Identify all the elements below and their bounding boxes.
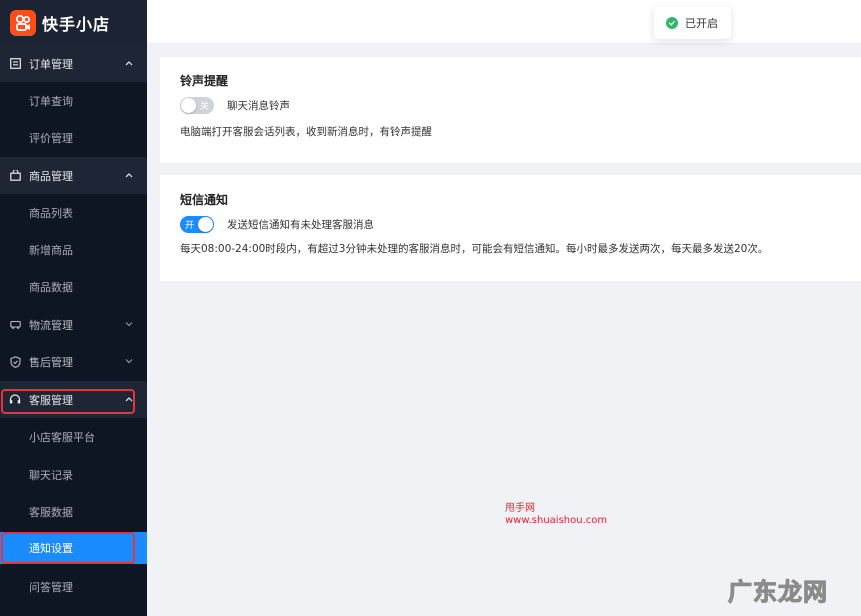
sidebar: 快手小店 订单管理 订单查询 评价管理 商品管理 商品列表 新增商品 商品数据 … [0, 0, 147, 616]
sidebar-item-product-data[interactable]: 商品数据 [0, 268, 147, 305]
sidebar-group-label: 商品管理 [29, 169, 73, 183]
sidebar-item-label: 通知设置 [29, 542, 73, 555]
sidebar-item-reviews[interactable]: 评价管理 [0, 119, 147, 156]
ring-description: 电脑端打开客服会话列表，收到新消息时，有铃声提醒 [180, 126, 432, 138]
sms-option-label: 发送短信通知有未处理客服消息 [227, 219, 374, 231]
sidebar-item-add-product[interactable]: 新增商品 [0, 231, 147, 268]
toggle-text: 开 [185, 221, 195, 231]
sidebar-item-label: 商品列表 [29, 206, 73, 220]
headset-icon [9, 394, 21, 406]
sidebar-group-products[interactable]: 商品管理 [0, 157, 147, 194]
sidebar-group-label: 订单管理 [29, 57, 73, 71]
sidebar-item-label: 新增商品 [29, 243, 73, 257]
sidebar-group-label: 客服管理 [29, 393, 73, 407]
shopping-bag-icon [9, 170, 21, 182]
sms-toggle[interactable]: 开 [180, 216, 214, 233]
sidebar-item-order-query[interactable]: 订单查询 [0, 82, 147, 119]
sidebar-item-notification-settings[interactable]: 通知设置 [0, 532, 137, 564]
sidebar-item-cs-data[interactable]: 客服数据 [0, 493, 147, 530]
sms-description: 每天08:00-24:00时段内，有超过3分钟未处理的客服消息时，可能会有短信通… [180, 243, 769, 255]
chevron-down-icon [123, 318, 135, 330]
order-icon [9, 58, 21, 70]
toggle-knob [181, 98, 196, 113]
chevron-up-icon [123, 57, 135, 69]
sidebar-item-label: 聊天记录 [29, 468, 73, 482]
sidebar-group-customer-service[interactable]: 客服管理 [0, 381, 147, 418]
sidebar-group-logistics[interactable]: 物流管理 [0, 306, 147, 343]
ring-option-label: 聊天消息铃声 [227, 100, 290, 112]
shield-check-icon [9, 355, 21, 368]
sidebar-item-label: 订单查询 [29, 94, 73, 108]
chevron-down-icon [123, 355, 135, 367]
sidebar-item-qa[interactable]: 问答管理 [0, 568, 147, 605]
ring-reminder-card: 铃声提醒 关 聊天消息铃声 电脑端打开客服会话列表，收到新消息时，有铃声提醒 [160, 57, 861, 163]
sidebar-item-label: 问答管理 [29, 580, 73, 594]
success-toast: 已开启 [654, 7, 731, 39]
truck-icon [9, 319, 21, 331]
toggle-knob [198, 217, 213, 232]
sidebar-item-label: 客服数据 [29, 505, 73, 519]
sidebar-group-label: 物流管理 [29, 318, 73, 332]
watermark-line1: 甩手网 [505, 503, 535, 514]
ring-toggle[interactable]: 关 [180, 97, 214, 114]
sms-notification-card: 短信通知 开 发送短信通知有未处理客服消息 每天08:00-24:00时段内，有… [160, 175, 861, 281]
top-bar [147, 0, 861, 44]
sidebar-item-label: 商品数据 [29, 280, 73, 294]
check-circle-icon [666, 17, 678, 29]
sidebar-group-after-sales[interactable]: 售后管理 [0, 343, 147, 380]
logo-bar[interactable]: 快手小店 [0, 0, 147, 45]
logo-text: 快手小店 [42, 14, 111, 34]
sidebar-item-label: 评价管理 [29, 131, 73, 145]
card-title: 短信通知 [180, 193, 229, 207]
sidebar-group-orders[interactable]: 订单管理 [0, 45, 147, 82]
card-title: 铃声提醒 [180, 74, 229, 88]
sidebar-group-label: 售后管理 [29, 355, 73, 369]
corner-watermark: 广东龙网 [728, 578, 828, 607]
toggle-text: 关 [199, 102, 209, 112]
kuaishou-logo-icon [10, 9, 36, 36]
sidebar-item-cs-platform[interactable]: 小店客服平台 [0, 418, 147, 455]
active-indicator [137, 532, 147, 564]
sidebar-item-product-list[interactable]: 商品列表 [0, 194, 147, 231]
sidebar-item-label: 小店客服平台 [29, 430, 95, 444]
chevron-up-icon [123, 169, 135, 181]
watermark-line2: www.shuaishou.com [505, 515, 608, 526]
toast-text: 已开启 [685, 17, 718, 30]
chevron-up-icon [123, 393, 135, 405]
sidebar-item-chat-history[interactable]: 聊天记录 [0, 456, 147, 493]
